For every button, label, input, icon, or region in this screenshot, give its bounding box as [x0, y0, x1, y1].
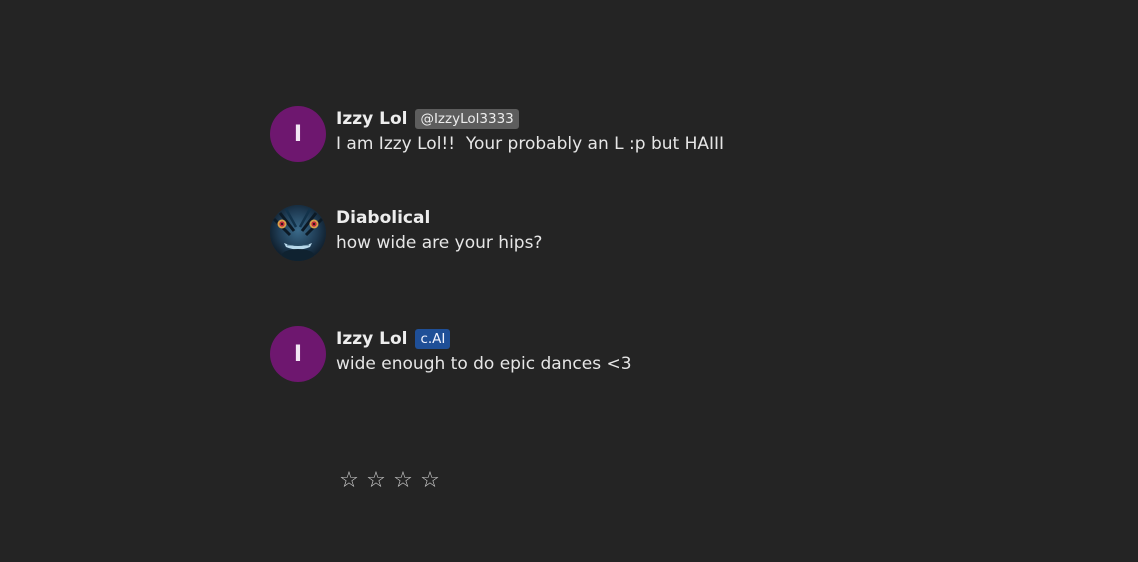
star-icon-3[interactable]: ☆: [392, 468, 414, 493]
character-name[interactable]: Izzy Lol: [336, 109, 407, 129]
message-text: how wide are your hips?: [336, 233, 543, 253]
chat-area: I Izzy Lol @IzzyLol3333 I am Izzy Lol!! …: [270, 0, 1070, 562]
masked-face-icon: [270, 205, 326, 261]
reply-message: I Izzy Lol c.AI wide enough to do epic d…: [270, 326, 632, 382]
star-icon-2[interactable]: ☆: [365, 468, 387, 493]
star-icon-4[interactable]: ☆: [419, 468, 441, 493]
message-text: I am Izzy Lol!! Your probably an L :p bu…: [336, 134, 725, 154]
user-name[interactable]: Diabolical: [336, 208, 430, 228]
message-rating: ☆ ☆ ☆ ☆: [338, 468, 441, 493]
star-icon-1[interactable]: ☆: [338, 468, 360, 493]
character-avatar[interactable]: I: [270, 106, 326, 162]
creator-handle-badge[interactable]: @IzzyLol3333: [415, 109, 519, 129]
masked-face-avatar-icon[interactable]: [270, 205, 326, 261]
cai-badge: c.AI: [415, 329, 451, 349]
character-avatar[interactable]: I: [270, 326, 326, 382]
avatar-initial: I: [293, 121, 303, 147]
avatar-initial: I: [293, 341, 303, 367]
character-name[interactable]: Izzy Lol: [336, 329, 407, 349]
user-message: Diabolical how wide are your hips?: [270, 205, 542, 261]
greeting-message: I Izzy Lol @IzzyLol3333 I am Izzy Lol!! …: [270, 106, 724, 162]
message-text: wide enough to do epic dances <3: [336, 354, 632, 374]
